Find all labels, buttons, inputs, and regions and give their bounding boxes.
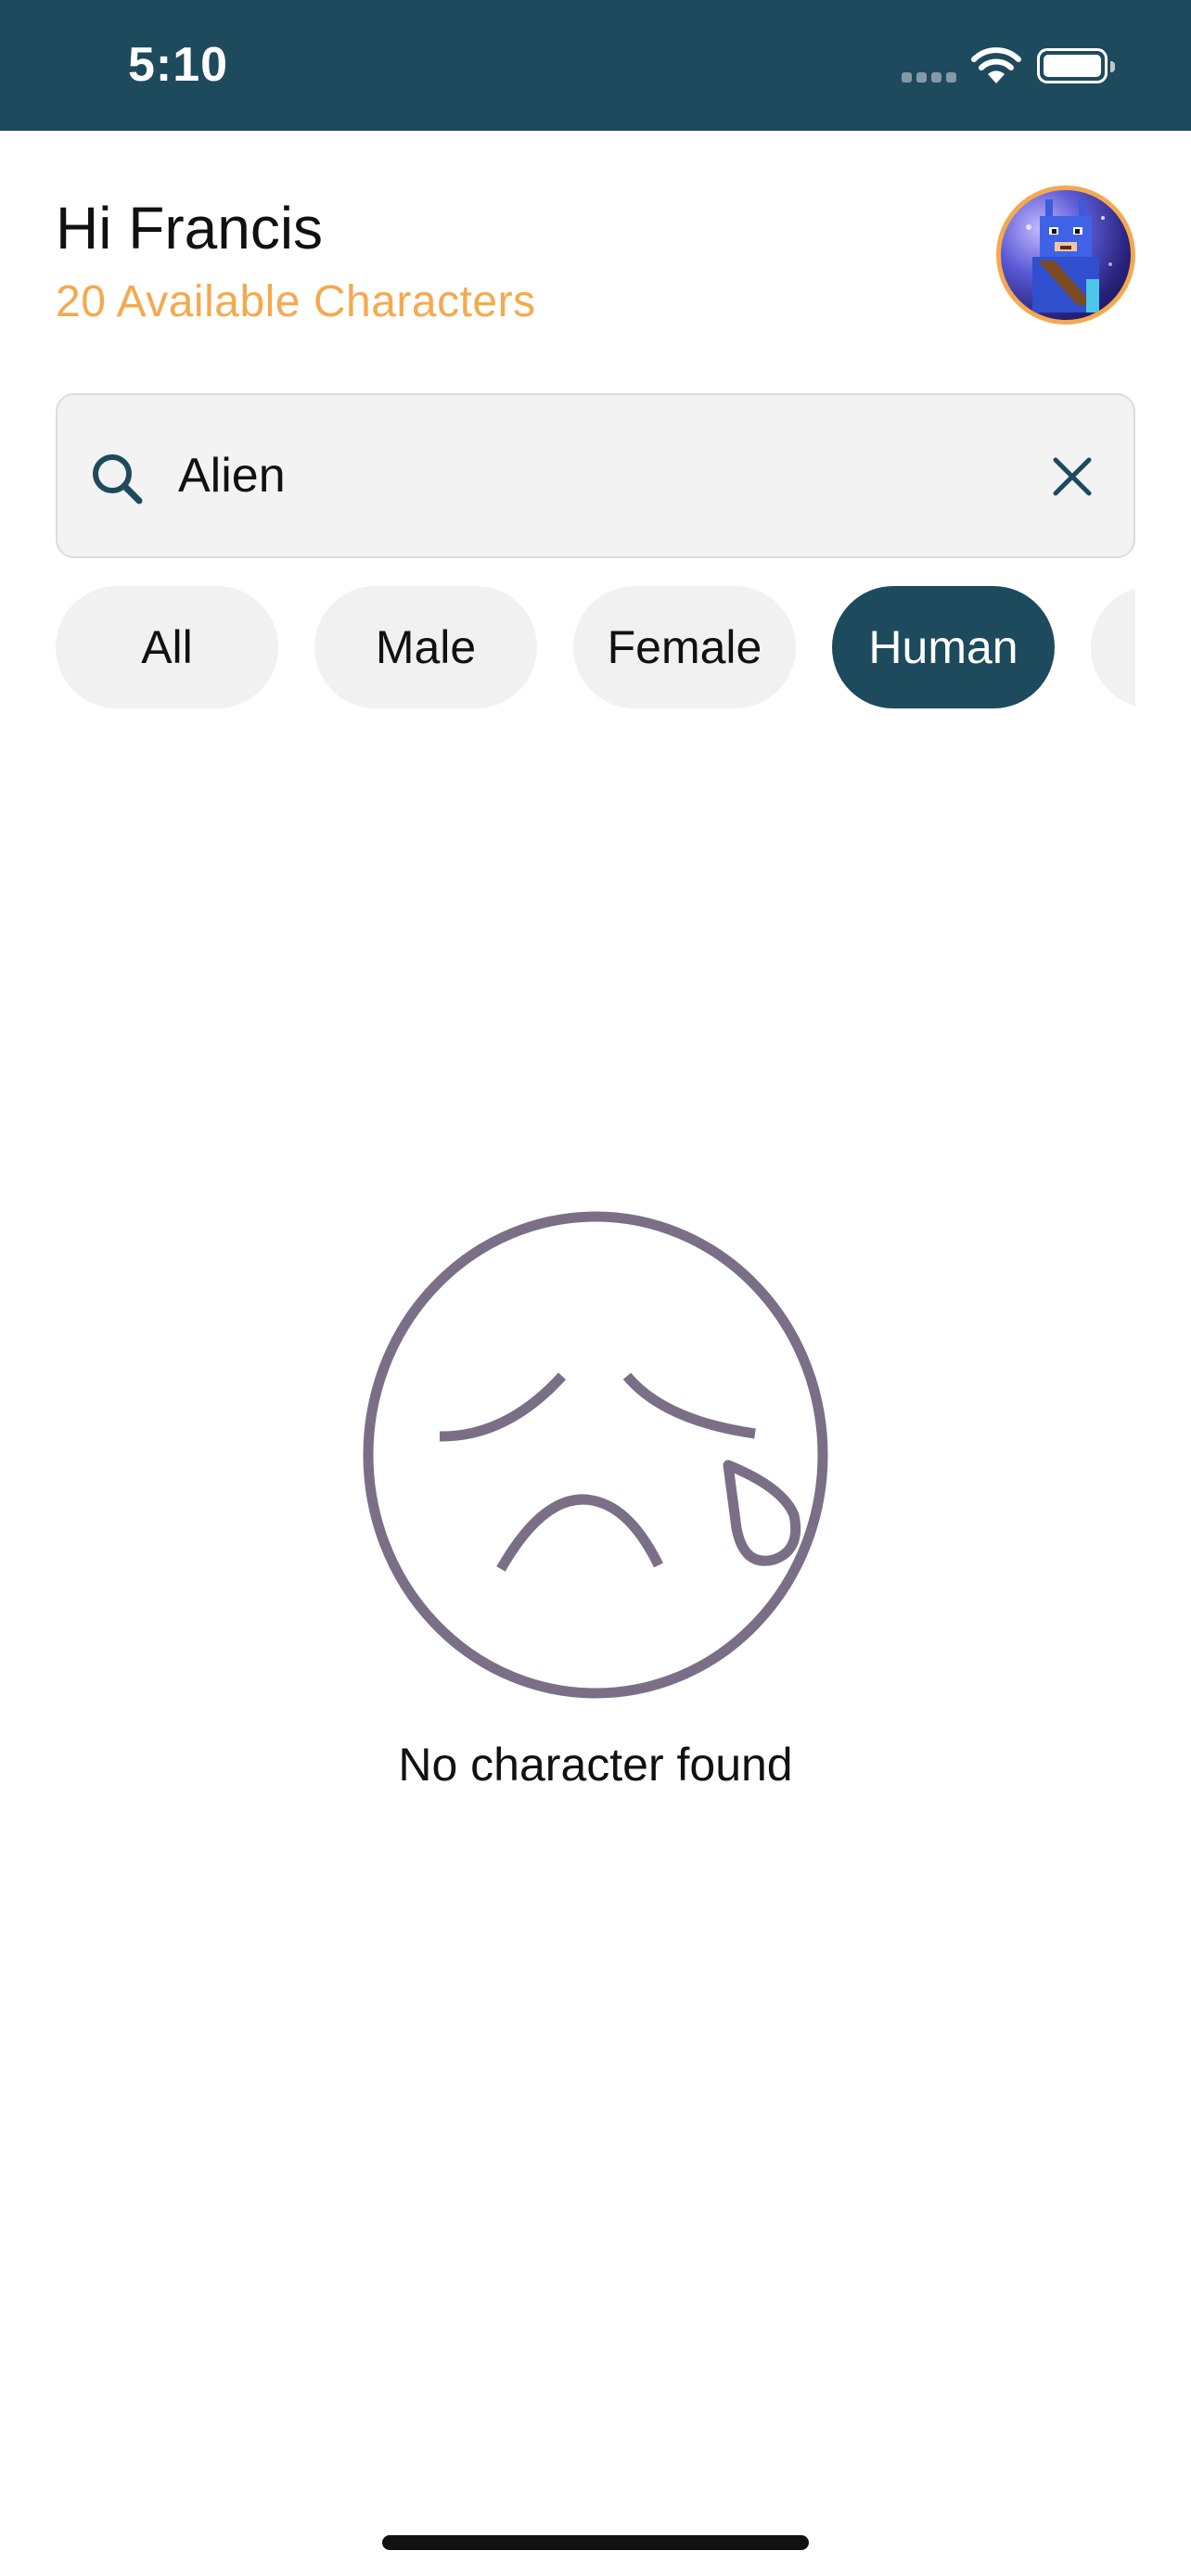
sad-face-icon: [363, 1211, 828, 1699]
profile-avatar-icon: [1026, 199, 1112, 312]
wifi-icon: [971, 47, 1021, 83]
status-time: 5:10: [128, 38, 229, 92]
status-bar: 5:10: [0, 0, 1191, 131]
filter-chip-human[interactable]: Human: [832, 586, 1055, 708]
search-bar: [56, 393, 1135, 558]
search-input[interactable]: [178, 423, 994, 529]
search-icon: [93, 454, 143, 504]
close-icon[interactable]: [1050, 454, 1095, 499]
filter-chip-next[interactable]: [1091, 586, 1135, 708]
battery-icon: [1037, 48, 1115, 83]
home-indicator[interactable]: [382, 2535, 809, 2550]
profile-avatar[interactable]: [996, 185, 1135, 325]
greeting-title: Hi Francis: [56, 195, 324, 261]
filter-chip-all[interactable]: All: [56, 586, 278, 708]
available-characters-count: 20 Available Characters: [56, 277, 536, 326]
empty-state-message: No character found: [398, 1739, 793, 1791]
filter-chip-female[interactable]: Female: [573, 586, 796, 708]
cellular-signal-icon: [902, 72, 957, 85]
filter-chip-male[interactable]: Male: [314, 586, 537, 708]
screen: 5:10 Hi Francis 20 Available Characters: [0, 0, 1191, 2576]
category-filter-row: All Male Female Human: [56, 586, 1135, 708]
